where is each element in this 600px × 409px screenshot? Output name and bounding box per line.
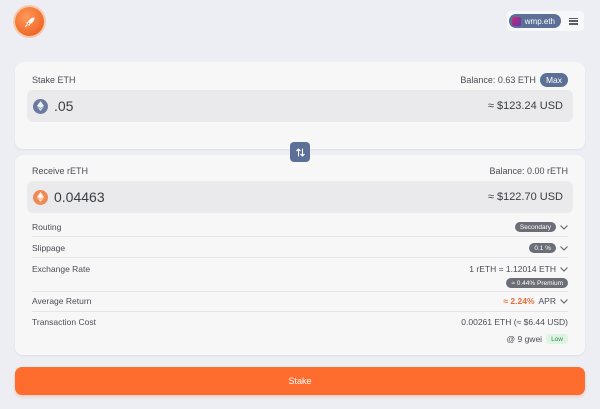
stake-button[interactable]: Stake	[15, 367, 585, 395]
exchange-rate-row[interactable]: Exchange Rate 1 rETH = 1.12014 ETH ≈ 0.4…	[32, 264, 568, 288]
header-controls: wmp.eth	[506, 11, 584, 31]
wallet-name: wmp.eth	[524, 16, 555, 26]
stake-label: Stake ETH	[32, 75, 76, 85]
divider	[32, 311, 568, 312]
divider	[32, 291, 568, 292]
stake-header: Stake ETH Balance: 0.63 ETH Max	[32, 73, 568, 87]
stake-usd-value: ≈ $123.24 USD	[487, 100, 563, 112]
gas-level-badge: Low	[546, 334, 568, 344]
reth-icon	[33, 189, 48, 205]
average-return-value: ≈ 2.24%	[503, 296, 535, 306]
max-button[interactable]: Max	[539, 73, 568, 87]
stake-balance-group: Balance: 0.63 ETH Max	[460, 73, 568, 87]
apr-unit: APR	[538, 296, 556, 306]
rocket-icon	[24, 17, 34, 27]
wallet-avatar	[511, 16, 521, 26]
receive-balance: Balance: 0.00 rETH	[489, 166, 568, 176]
exchange-rate-label: Exchange Rate	[32, 264, 91, 274]
app-logo[interactable]	[15, 7, 44, 36]
chevron-down-icon[interactable]	[560, 266, 568, 272]
receive-amount-input[interactable]	[54, 189, 254, 205]
receive-amount-box: ≈ $122.70 USD	[27, 181, 573, 213]
routing-badge: Secondary	[514, 222, 556, 232]
receive-usd-value: ≈ $122.70 USD	[487, 191, 563, 203]
menu-icon[interactable]	[569, 17, 578, 25]
slippage-label: Slippage	[32, 243, 66, 253]
transaction-cost-value: 0.00261 ETH (≈ $6.44 USD)	[461, 317, 568, 327]
stake-amount-box: ≈ $123.24 USD	[27, 90, 573, 122]
slippage-badge: 0.1 %	[529, 243, 556, 253]
receive-label: Receive rETH	[32, 166, 89, 176]
routing-label: Routing	[32, 222, 62, 232]
divider	[32, 257, 568, 258]
wallet-button[interactable]: wmp.eth	[508, 14, 561, 28]
gas-price: @ 9 gwei	[506, 334, 543, 344]
swap-arrows-icon	[295, 147, 305, 157]
eth-icon	[33, 98, 48, 114]
receive-token	[33, 189, 254, 205]
transaction-cost-label: Transaction Cost	[32, 317, 96, 327]
divider	[32, 236, 568, 237]
average-return-row[interactable]: Average Return ≈ 2.24% APR	[32, 296, 568, 306]
stake-token	[33, 98, 254, 114]
chevron-down-icon[interactable]	[560, 224, 568, 230]
average-return-label: Average Return	[32, 296, 92, 306]
routing-row[interactable]: Routing Secondary	[32, 222, 568, 232]
receive-header: Receive rETH Balance: 0.00 rETH	[32, 166, 568, 176]
stake-card: Stake ETH Balance: 0.63 ETH Max ≈ $123.2…	[15, 62, 585, 149]
swap-direction-button[interactable]	[290, 142, 310, 162]
chevron-down-icon[interactable]	[560, 245, 568, 251]
chevron-down-icon[interactable]	[560, 298, 568, 304]
slippage-row[interactable]: Slippage 0.1 %	[32, 243, 568, 253]
stake-amount-input[interactable]	[54, 98, 254, 114]
premium-badge: ≈ 0.44% Premium	[506, 278, 568, 288]
transaction-cost-row: Transaction Cost 0.00261 ETH (≈ $6.44 US…	[32, 317, 568, 344]
exchange-rate-value: 1 rETH = 1.12014 ETH	[469, 264, 556, 274]
stake-balance: Balance: 0.63 ETH	[460, 75, 536, 85]
receive-card: Receive rETH Balance: 0.00 rETH ≈ $122.7…	[15, 155, 585, 355]
